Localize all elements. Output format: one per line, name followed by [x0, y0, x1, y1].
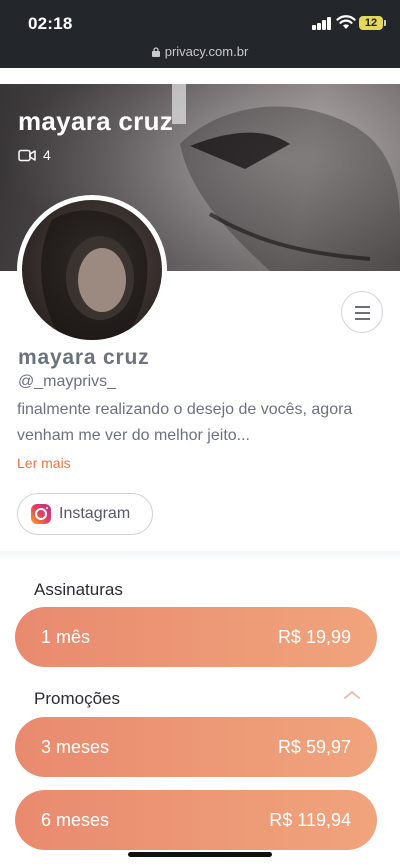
home-indicator[interactable]: [128, 852, 272, 857]
menu-button[interactable]: [341, 291, 383, 333]
menu-icon-line: [355, 318, 370, 320]
battery-tip: [384, 20, 386, 26]
plan-label: 3 meses: [41, 736, 110, 757]
plan-label: 1 mês: [41, 626, 91, 647]
video-icon: [18, 149, 36, 161]
plan-price: R$ 19,99: [277, 626, 351, 647]
signal-icon: [312, 17, 332, 30]
avatar-photo: [41, 210, 148, 340]
promotions-title: Promoções: [34, 689, 120, 708]
menu-icon-line: [355, 312, 370, 314]
url-text: privacy.com.br: [164, 44, 249, 59]
url-bar[interactable]: privacy.com.br: [0, 44, 400, 59]
cover-title: mayara cruz: [18, 106, 174, 136]
read-more-link[interactable]: Ler mais: [17, 455, 71, 471]
plan-3-months-button[interactable]: 3 meses R$ 59,97: [15, 717, 377, 777]
menu-icon: [355, 306, 370, 308]
plan-price: R$ 59,97: [277, 736, 351, 757]
avatar[interactable]: [17, 195, 167, 345]
instagram-button[interactable]: Instagram: [17, 493, 153, 535]
plan-6-months-button[interactable]: 6 meses R$ 119,94: [15, 790, 377, 850]
section-divider: [0, 551, 400, 561]
status-time: 02:18: [28, 14, 73, 33]
plan-label: 6 meses: [41, 809, 110, 830]
video-count: 4: [18, 147, 51, 163]
profile-bio: finalmente realizando o desejo de vocês,…: [17, 401, 353, 444]
profile-name: mayara cruz: [18, 346, 150, 369]
profile-handle: @_mayprivs_: [18, 373, 117, 390]
chevron-up-icon[interactable]: [343, 690, 361, 700]
instagram-icon: [31, 504, 51, 524]
plan-price: R$ 119,94: [269, 809, 351, 830]
cover-figure: [172, 84, 400, 271]
video-count-value: 4: [43, 147, 51, 163]
subscriptions-title: Assinaturas: [34, 580, 123, 599]
wifi-icon: [336, 15, 356, 29]
lock-icon: [151, 47, 160, 57]
plan-1-month-button[interactable]: 1 mês R$ 19,99: [15, 607, 377, 667]
status-bar: 02:18 12 privacy.com.br: [0, 0, 400, 68]
instagram-label: Instagram: [59, 505, 131, 522]
battery-icon: 12: [359, 16, 383, 30]
